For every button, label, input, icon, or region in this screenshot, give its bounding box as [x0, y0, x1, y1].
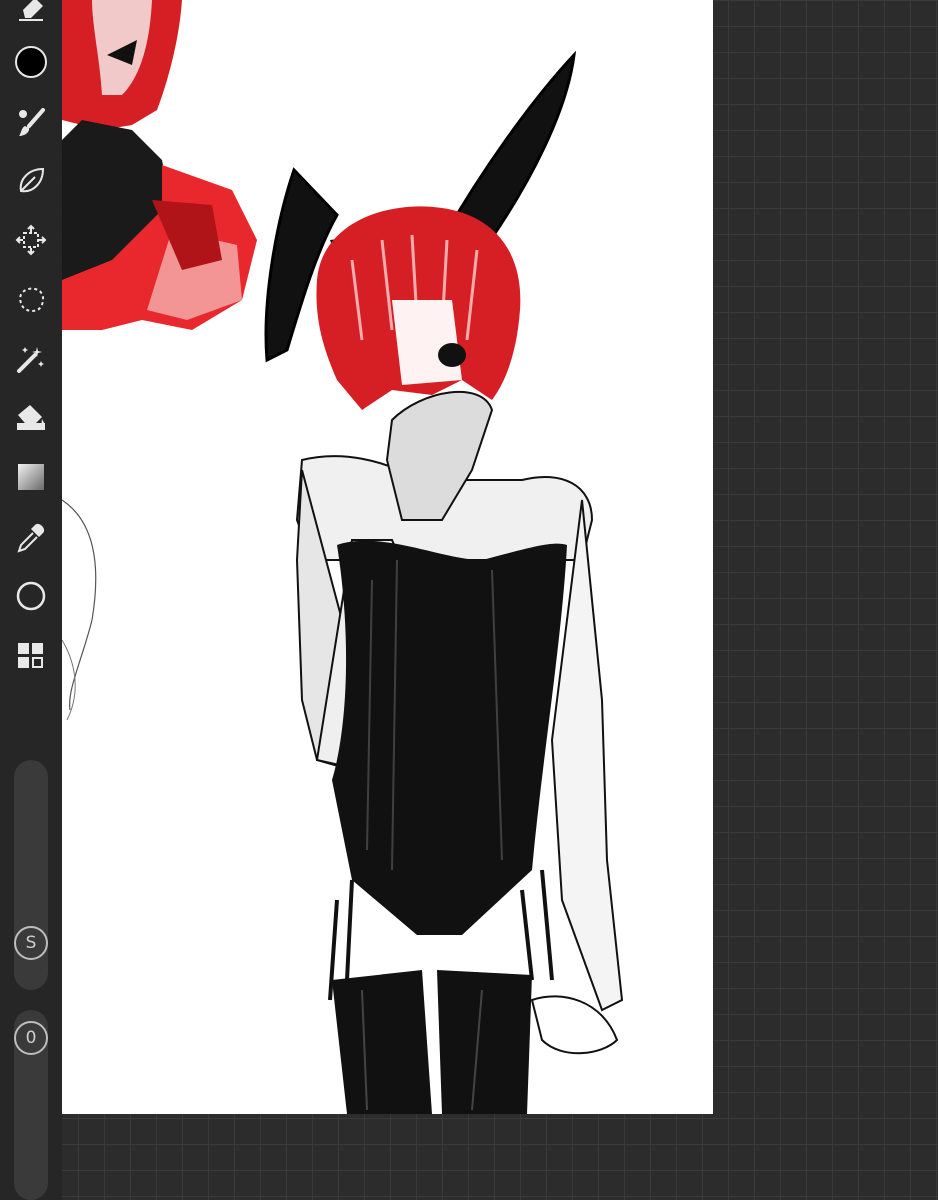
smudge-tool[interactable]	[9, 161, 53, 205]
gradient-icon	[15, 461, 47, 497]
magic-wand-tool[interactable]	[9, 339, 53, 383]
shape-circle-icon	[15, 580, 47, 616]
brush-size-knob[interactable]: S	[13, 925, 49, 961]
artwork	[62, 0, 624, 1114]
fill-tool[interactable]	[9, 398, 53, 442]
drawing-canvas[interactable]	[62, 0, 713, 1114]
brush-icon	[15, 106, 47, 142]
shape-tool[interactable]	[9, 576, 53, 620]
lasso-selection-icon	[15, 283, 47, 319]
eyedropper-icon	[15, 521, 47, 557]
black-bodysuit	[332, 540, 567, 935]
eraser-tool[interactable]	[9, 0, 53, 32]
brush-opacity-knob[interactable]: 0	[13, 1020, 49, 1056]
layers-button[interactable]	[9, 636, 53, 680]
brush-tool[interactable]	[9, 102, 53, 146]
magic-wand-icon	[15, 343, 47, 379]
red-hair	[316, 206, 521, 410]
transform-icon	[15, 224, 47, 260]
color-swatch-icon	[14, 45, 48, 83]
smudge-icon	[15, 165, 47, 201]
transform-tool[interactable]	[9, 220, 53, 264]
layers-icon	[16, 641, 46, 675]
sketch-red-character	[62, 0, 257, 330]
lasso-tool[interactable]	[9, 279, 53, 323]
fill-bucket-icon	[14, 401, 48, 439]
color-swatch-button[interactable]	[9, 42, 53, 86]
tool-sidebar: S 0	[0, 0, 62, 1200]
eraser-icon	[15, 0, 47, 28]
gradient-tool[interactable]	[9, 457, 53, 501]
eyedropper-tool[interactable]	[9, 517, 53, 561]
